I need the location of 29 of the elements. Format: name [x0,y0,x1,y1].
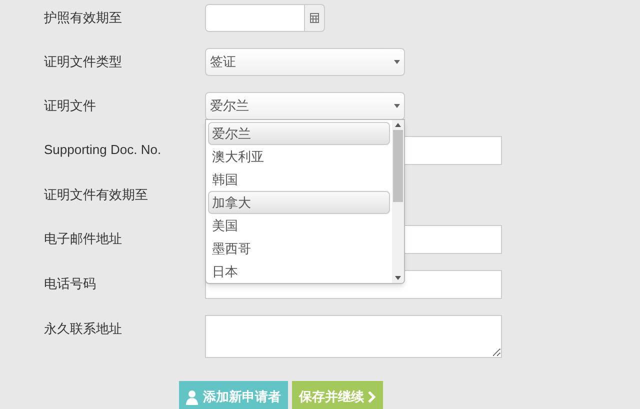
dropdown-option[interactable]: 韩国 [208,168,390,191]
dropdown-option[interactable]: 日本 [208,260,390,283]
scroll-thumb[interactable] [393,130,403,202]
scrollbar[interactable] [392,120,404,283]
field-label: 永久联系地址 [44,320,123,337]
dropdown-option[interactable]: 澳大利亚 [208,145,390,168]
select-field[interactable]: 爱尔兰 [205,92,405,120]
field-label: 电子邮件地址 [44,230,123,247]
text-area[interactable] [205,315,502,358]
dropdown-option[interactable]: 美国 [208,214,390,237]
field-label: 证明文件 [44,97,97,114]
caret-icon [394,104,400,108]
scroll-down-icon[interactable] [395,276,401,280]
field-label: 电话号码 [44,275,97,292]
calendar-button[interactable] [305,4,325,32]
field-label: 证明文件类型 [44,53,123,70]
caret-icon [394,60,400,64]
dropdown-option[interactable]: 加拿大 [208,191,390,214]
scroll-up-icon[interactable] [395,123,401,127]
chevron-right-icon [368,391,376,403]
date-field[interactable] [205,4,305,32]
field-label: 护照有效期至 [44,9,123,26]
field-label: 证明文件有效期至 [44,186,149,203]
select-field[interactable]: 签证 [205,48,405,76]
dropdown-option[interactable]: 墨西哥 [208,237,390,260]
person-icon [186,390,199,404]
dropdown-option[interactable]: 爱尔兰 [208,122,390,145]
calendar-icon [310,13,319,23]
field-label: Supporting Doc. No. [44,141,162,158]
